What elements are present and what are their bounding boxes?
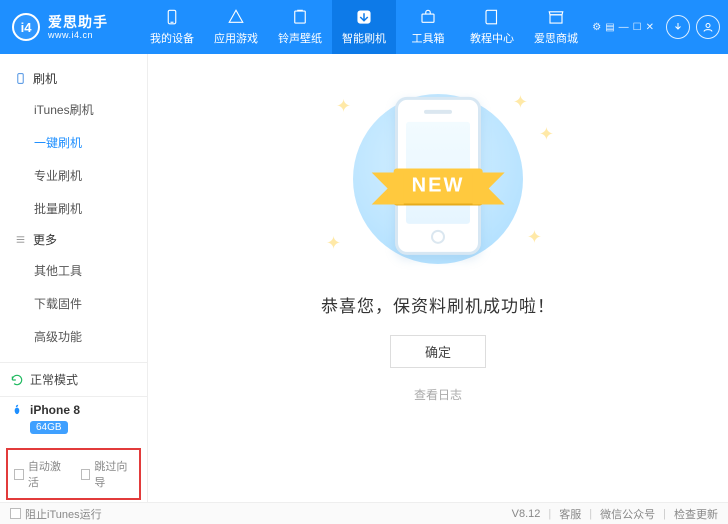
flash-icon (355, 8, 373, 26)
phone-icon (163, 8, 181, 26)
tab-store[interactable]: 爱思商城 (524, 0, 588, 54)
sidebar-group-label: 刷机 (33, 70, 57, 87)
sidebar-item-batch[interactable]: 批量刷机 (0, 192, 147, 225)
device-mode[interactable]: 正常模式 (0, 362, 147, 396)
tab-label: 爱思商城 (534, 30, 578, 46)
ok-button[interactable]: 确定 (390, 335, 486, 368)
view-log-link[interactable]: 查看日志 (414, 386, 462, 403)
tab-label: 智能刷机 (342, 30, 386, 46)
auto-activate-checkbox[interactable]: 自动激活 (14, 458, 67, 490)
statusbar: 阻止iTunes运行 V8.12 | 客服 | 微信公众号 | 检查更新 (0, 502, 728, 524)
book-icon (483, 8, 501, 26)
skin-icon[interactable]: ▤ (605, 22, 614, 33)
titlebar: i4 爱思助手 www.i4.cn 我的设备 应用游戏 铃声壁纸 智能刷机 工具… (0, 0, 728, 54)
support-link[interactable]: 客服 (559, 506, 581, 522)
sidebar-item-download-fw[interactable]: 下载固件 (0, 287, 147, 320)
highlight-options: 自动激活 跳过向导 (6, 448, 141, 500)
refresh-icon (10, 373, 24, 387)
account-button[interactable] (696, 15, 720, 39)
device-info[interactable]: iPhone 8 64GB (0, 396, 147, 444)
tab-ringtones[interactable]: 铃声壁纸 (268, 0, 332, 54)
apple-icon (10, 403, 24, 417)
download-button[interactable] (666, 15, 690, 39)
sidebar-item-itunes[interactable]: iTunes刷机 (0, 93, 147, 126)
logo-badge: i4 (12, 13, 40, 41)
toolbox-icon (419, 8, 437, 26)
device-capacity: 64GB (30, 421, 68, 434)
device-name: iPhone 8 (30, 403, 80, 417)
sidebar-group-label: 更多 (33, 231, 57, 248)
menu-icon (14, 233, 27, 246)
close-icon[interactable]: ✕ (646, 22, 654, 33)
tab-tutorial[interactable]: 教程中心 (460, 0, 524, 54)
minimize-icon[interactable]: — (619, 22, 629, 33)
sidebar-item-advanced[interactable]: 高级功能 (0, 320, 147, 353)
top-tabs: 我的设备 应用游戏 铃声壁纸 智能刷机 工具箱 教程中心 爱思商城 (140, 0, 588, 54)
device-mode-label: 正常模式 (30, 371, 78, 388)
sidebar: 刷机 iTunes刷机 一键刷机 专业刷机 批量刷机 更多 其他工具 下载固件 … (0, 54, 148, 502)
tab-apps[interactable]: 应用游戏 (204, 0, 268, 54)
sidebar-item-other[interactable]: 其他工具 (0, 254, 147, 287)
note-icon (291, 8, 309, 26)
logo[interactable]: i4 爱思助手 www.i4.cn (12, 13, 140, 41)
phone-icon (14, 72, 27, 85)
sidebar-group-flash[interactable]: 刷机 (0, 64, 147, 93)
app-site: www.i4.cn (48, 30, 108, 40)
tab-label: 应用游戏 (214, 30, 258, 46)
app-title: 爱思助手 (48, 14, 108, 30)
sidebar-group-more[interactable]: 更多 (0, 225, 147, 254)
wechat-link[interactable]: 微信公众号 (600, 506, 655, 522)
tab-label: 工具箱 (412, 30, 445, 46)
success-message: 恭喜您，保资料刷机成功啦！ (321, 292, 555, 317)
settings-icon[interactable]: ⚙ (592, 22, 601, 33)
tab-flash[interactable]: 智能刷机 (332, 0, 396, 54)
main-panel: ✦✦✦✦✦ NEW 恭喜您，保资料刷机成功啦！ 确定 查看日志 (148, 54, 728, 502)
version-label: V8.12 (512, 508, 541, 520)
sidebar-item-pro[interactable]: 专业刷机 (0, 159, 147, 192)
tab-label: 铃声壁纸 (278, 30, 322, 46)
block-itunes-checkbox[interactable]: 阻止iTunes运行 (10, 506, 102, 522)
tab-my-device[interactable]: 我的设备 (140, 0, 204, 54)
tab-label: 我的设备 (150, 30, 194, 46)
store-icon (547, 8, 565, 26)
sidebar-item-onekey[interactable]: 一键刷机 (0, 126, 147, 159)
maximize-icon[interactable]: ☐ (633, 22, 642, 33)
window-buttons[interactable]: ⚙ ▤ — ☐ ✕ (592, 22, 654, 33)
check-update-link[interactable]: 检查更新 (674, 506, 718, 522)
tab-toolbox[interactable]: 工具箱 (396, 0, 460, 54)
skip-wizard-checkbox[interactable]: 跳过向导 (81, 458, 134, 490)
success-illustration: ✦✦✦✦✦ NEW (318, 84, 558, 274)
apps-icon (227, 8, 245, 26)
tab-label: 教程中心 (470, 30, 514, 46)
new-ribbon: NEW (394, 169, 483, 204)
